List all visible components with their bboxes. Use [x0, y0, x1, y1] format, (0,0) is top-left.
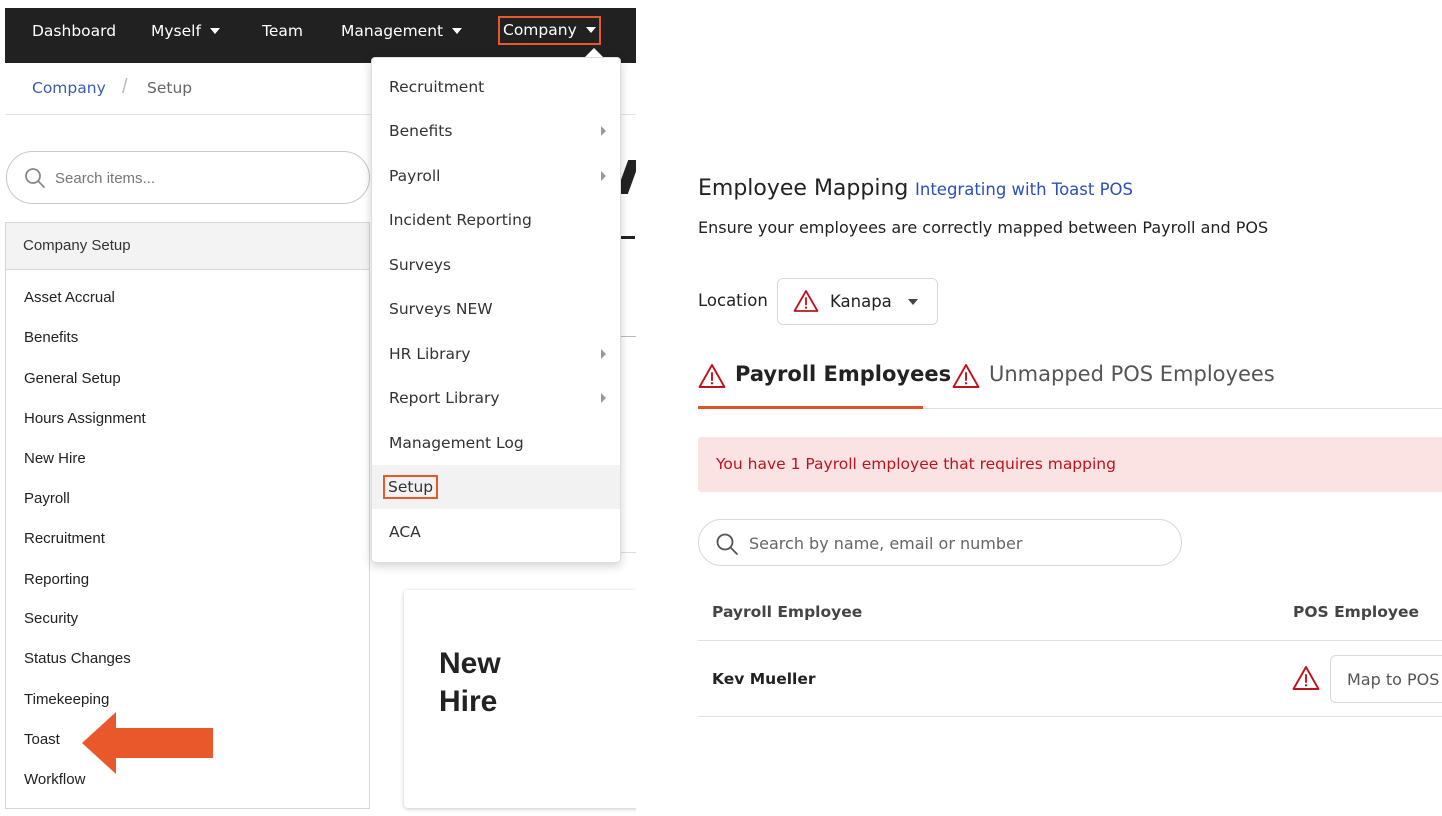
menu-item-label: Surveys NEW [389, 300, 493, 318]
menu-item-setup[interactable]: Setup [372, 465, 620, 509]
menu-item-label: Setup [383, 475, 439, 499]
new-hire-card-title: New Hire [439, 647, 501, 718]
menu-item-payroll[interactable]: Payroll [372, 154, 620, 198]
nav-company-label: Company [503, 21, 577, 39]
search-items-input[interactable] [55, 166, 355, 190]
column-header-pos-employee[interactable]: POS Employee [1293, 603, 1419, 621]
employee-mapping-screenshot: Employee Mapping Integrating with Toast … [636, 0, 1442, 816]
nav-company[interactable]: Company [498, 16, 601, 45]
chevron-right-icon [601, 349, 606, 359]
map-select-placeholder: Map to POS Employee [1347, 670, 1442, 689]
employee-search-box [698, 519, 1182, 566]
company-dropdown-menu: Recruitment Benefits Payroll Incident Re… [371, 57, 621, 563]
chevron-down-icon [585, 26, 596, 33]
menu-item-label: Incident Reporting [389, 211, 532, 229]
chevron-right-icon [601, 171, 606, 181]
left-screenshot: Dashboard Myself Team Management Company… [0, 0, 636, 816]
tab-label: Payroll Employees [735, 362, 952, 386]
table-row-divider [698, 716, 1442, 717]
setup-item-reporting[interactable]: Reporting [24, 571, 89, 588]
setup-item-timekeeping[interactable]: Timekeeping [24, 691, 109, 708]
chevron-down-icon [209, 27, 220, 34]
search-items-box [6, 151, 370, 204]
breadcrumb-company-link[interactable]: Company [32, 79, 106, 97]
column-header-payroll-employee[interactable]: Payroll Employee [712, 603, 862, 621]
table-header-divider [698, 640, 1442, 641]
menu-item-label: Payroll [389, 167, 441, 185]
nav-myself-label: Myself [151, 22, 201, 40]
menu-item-report-library[interactable]: Report Library [372, 376, 620, 420]
setup-item-status-changes[interactable]: Status Changes [24, 650, 131, 667]
warning-icon [793, 289, 819, 317]
alert-text: You have 1 Payroll employee that require… [716, 455, 1116, 473]
setup-item-general-setup[interactable]: General Setup [24, 370, 121, 387]
warning-icon [1292, 665, 1320, 695]
breadcrumb-separator: / [122, 76, 128, 98]
nav-management[interactable]: Management [341, 8, 463, 63]
nav-dashboard[interactable]: Dashboard [32, 8, 116, 63]
nav-team[interactable]: Team [262, 8, 303, 63]
background-heading-fragment [620, 236, 635, 239]
setup-item-hours-assignment[interactable]: Hours Assignment [24, 410, 146, 427]
pointer-arrow-icon [82, 712, 213, 774]
table-row-employee-name: Kev Mueller [712, 670, 816, 688]
background-divider [620, 336, 636, 337]
menu-item-surveys-new[interactable]: Surveys NEW [372, 287, 620, 331]
setup-item-recruitment[interactable]: Recruitment [24, 530, 105, 547]
setup-item-benefits[interactable]: Benefits [24, 329, 78, 346]
menu-item-label: Surveys [389, 256, 451, 274]
warning-icon [952, 363, 980, 393]
company-setup-header: Company Setup [6, 223, 369, 270]
tab-unmapped-pos-employees[interactable]: Unmapped POS Employees [952, 352, 1275, 409]
warning-icon [698, 363, 726, 393]
chevron-right-icon [601, 126, 606, 136]
search-icon [24, 167, 46, 194]
menu-item-aca[interactable]: ACA [372, 510, 620, 554]
background-divider [620, 552, 636, 553]
menu-item-label: Report Library [389, 389, 500, 407]
menu-item-surveys[interactable]: Surveys [372, 243, 620, 287]
dropdown-pointer [585, 48, 603, 57]
chevron-down-icon [908, 299, 918, 305]
menu-item-management-log[interactable]: Management Log [372, 421, 620, 465]
chevron-right-icon [601, 393, 606, 403]
location-value: Kanapa [830, 292, 892, 311]
location-select[interactable]: Kanapa [777, 278, 938, 325]
nav-myself[interactable]: Myself [151, 8, 220, 63]
location-label: Location [698, 291, 768, 310]
menu-item-label: Benefits [389, 122, 453, 140]
setup-item-toast[interactable]: Toast [24, 731, 60, 748]
toast-integration-link[interactable]: Integrating with Toast POS [915, 180, 1133, 199]
search-icon [715, 532, 739, 560]
map-to-pos-employee-select[interactable]: Map to POS Employee [1330, 655, 1442, 703]
setup-item-asset-accrual[interactable]: Asset Accrual [24, 289, 115, 306]
tab-label: Unmapped POS Employees [989, 362, 1275, 386]
setup-item-security[interactable]: Security [24, 610, 78, 627]
menu-item-hr-library[interactable]: HR Library [372, 332, 620, 376]
menu-item-label: Recruitment [389, 78, 485, 96]
top-navigation-bar: Dashboard Myself Team Management Company [5, 8, 636, 63]
employee-tabs: Payroll Employees Unmapped POS Employees [698, 352, 1442, 409]
setup-item-payroll[interactable]: Payroll [24, 490, 70, 507]
nav-management-label: Management [341, 22, 444, 40]
setup-item-new-hire[interactable]: New Hire [24, 450, 86, 467]
breadcrumb-current: Setup [147, 79, 193, 97]
new-hire-card[interactable]: New Hire [404, 590, 636, 808]
chevron-down-icon [452, 27, 463, 34]
employee-search-input[interactable] [749, 532, 1169, 554]
menu-item-label: HR Library [389, 345, 471, 363]
menu-item-label: ACA [389, 523, 421, 541]
mapping-alert: You have 1 Payroll employee that require… [698, 437, 1442, 492]
tab-payroll-employees[interactable]: Payroll Employees [698, 352, 951, 409]
menu-item-incident-reporting[interactable]: Incident Reporting [372, 198, 620, 242]
menu-item-benefits[interactable]: Benefits [372, 109, 620, 153]
setup-item-workflow[interactable]: Workflow [24, 771, 85, 788]
page-title: Employee Mapping [698, 176, 909, 201]
menu-item-recruitment[interactable]: Recruitment [372, 65, 620, 109]
page-subtitle: Ensure your employees are correctly mapp… [698, 218, 1269, 237]
menu-item-label: Management Log [389, 434, 524, 452]
